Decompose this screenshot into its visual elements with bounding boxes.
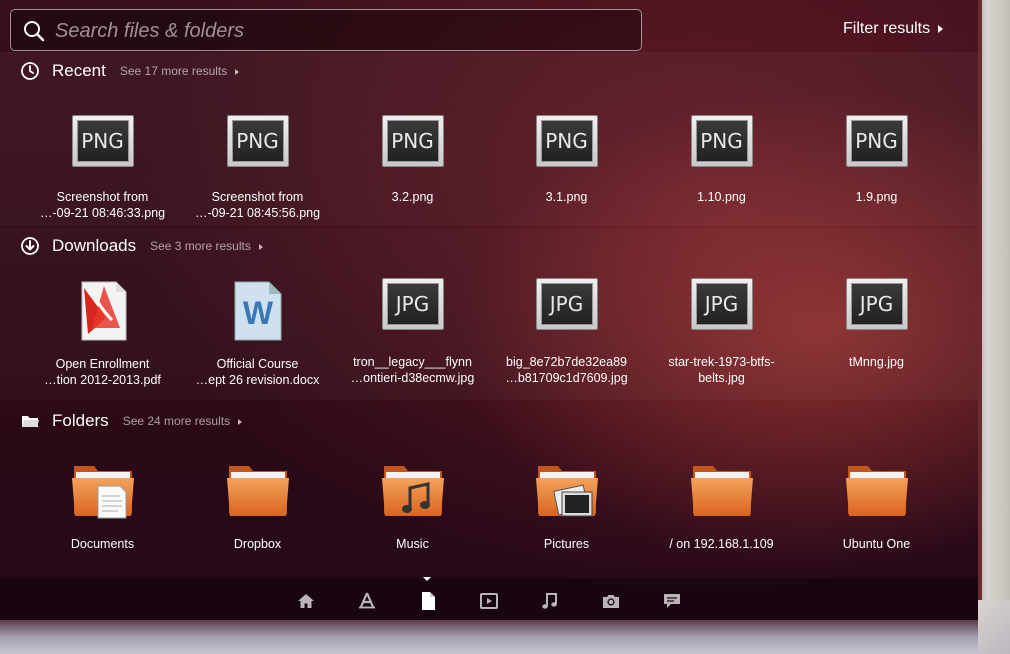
folders-item-label: / on 192.168.1.109 xyxy=(669,537,774,551)
jpg-file-icon: JPG xyxy=(381,278,444,330)
jpg-file-icon: JPG xyxy=(535,278,598,330)
files-lens-icon[interactable] xyxy=(417,590,439,612)
downloads-item-label: tron__legacy___flynn …ontieri-d38ecmw.jp… xyxy=(350,355,475,385)
folder-icon xyxy=(845,466,908,516)
music-lens-icon[interactable] xyxy=(539,590,561,612)
recent-item-label: 1.10.png xyxy=(697,190,746,204)
recent-more-link[interactable]: See 17 more results xyxy=(119,64,240,78)
folder-outline-icon xyxy=(22,416,39,427)
active-lens-indicator xyxy=(423,577,431,581)
recent-more-label: See 17 more results xyxy=(119,64,228,78)
dash-overlay: Filter results Recent See 17 more result… xyxy=(0,0,1010,654)
filter-results-label: Filter results xyxy=(843,20,931,37)
download-icon xyxy=(21,237,39,255)
window-resize-corner[interactable] xyxy=(978,600,1010,654)
photos-lens-icon[interactable] xyxy=(600,590,622,612)
music-folder-icon xyxy=(381,466,444,516)
folders-more-link[interactable]: See 24 more results xyxy=(122,414,243,428)
svg-text:W: W xyxy=(242,295,273,331)
window-frame-bottom xyxy=(0,620,1010,654)
folders-title: Folders xyxy=(52,411,109,430)
recent-item-label: 3.2.png xyxy=(391,190,434,204)
word-file-icon: W xyxy=(234,281,281,341)
downloads-more-link[interactable]: See 3 more results xyxy=(150,239,263,253)
pdf-file-icon xyxy=(81,281,126,341)
folders-item-label: Music xyxy=(396,537,429,551)
png-file-icon: PNG xyxy=(226,115,289,167)
chevron-right-icon xyxy=(258,243,263,250)
recent-header: Recent See 17 more results xyxy=(20,59,240,83)
png-file-icon: PNG xyxy=(535,115,598,167)
recent-item[interactable]: PNG 3.2.png xyxy=(335,113,490,205)
folders-more-label: See 24 more results xyxy=(122,414,231,428)
downloads-item-label: star-trek-1973-btfs- belts.jpg xyxy=(668,355,775,385)
downloads-header: Downloads See 3 more results xyxy=(20,234,263,258)
png-file-icon: PNG xyxy=(381,115,444,167)
chevron-right-icon xyxy=(235,68,240,75)
downloads-item-label: Open Enrollment …tion 2012-2013.pdf xyxy=(44,357,161,387)
png-file-icon: PNG xyxy=(690,115,753,167)
jpg-file-icon: JPG xyxy=(845,278,908,330)
downloads-item[interactable]: W Official Course …ept 26 revision.docx xyxy=(180,278,335,388)
downloads-more-label: See 3 more results xyxy=(150,239,251,253)
recent-item[interactable]: PNG Screenshot from …-09-21 08:45:56.png xyxy=(180,113,335,221)
folder-icon xyxy=(690,466,753,516)
recent-item-label: 3.1.png xyxy=(545,190,588,204)
recent-title: Recent xyxy=(52,61,106,80)
folders-header: Folders See 24 more results xyxy=(20,409,243,433)
pictures-folder-icon xyxy=(535,466,598,517)
chevron-right-icon xyxy=(938,24,944,33)
recent-item-label: 1.9.png xyxy=(855,190,898,204)
window-frame-right xyxy=(978,0,1010,654)
folders-item[interactable]: Ubuntu One xyxy=(799,458,954,552)
downloads-item[interactable]: JPG tMnng.jpg xyxy=(799,278,954,370)
clock-icon xyxy=(21,62,39,80)
recent-item-label: Screenshot from …-09-21 08:45:56.png xyxy=(194,190,321,220)
search-input[interactable] xyxy=(55,16,625,46)
downloads-item[interactable]: JPG big_8e72b7de32ea89 …b81709c1d7609.jpg xyxy=(489,278,644,386)
folders-item[interactable]: / on 192.168.1.109 xyxy=(644,458,799,552)
folders-item[interactable]: Music xyxy=(335,458,490,552)
png-file-icon: PNG xyxy=(71,115,134,167)
filter-results-button[interactable]: Filter results xyxy=(843,20,944,38)
folders-item-label: Dropbox xyxy=(233,537,282,551)
documents-folder-icon xyxy=(71,466,134,519)
folders-item[interactable]: Pictures xyxy=(489,458,644,552)
video-lens-icon[interactable] xyxy=(478,590,500,612)
downloads-item[interactable]: JPG tron__legacy___flynn …ontieri-d38ecmw… xyxy=(335,278,490,386)
recent-item[interactable]: PNG 1.9.png xyxy=(799,113,954,205)
search-icon xyxy=(24,21,45,42)
png-file-icon: PNG xyxy=(845,115,908,167)
chevron-right-icon xyxy=(238,418,243,425)
downloads-title: Downloads xyxy=(52,236,137,255)
recent-item-label: Screenshot from …-09-21 08:46:33.png xyxy=(39,190,166,220)
folder-icon xyxy=(226,466,289,516)
recent-item[interactable]: PNG Screenshot from …-09-21 08:46:33.png xyxy=(25,113,180,221)
folders-item[interactable]: Dropbox xyxy=(180,458,335,552)
home-lens-icon[interactable] xyxy=(295,590,317,612)
recent-item[interactable]: PNG 3.1.png xyxy=(489,113,644,205)
folders-item-label: Ubuntu One xyxy=(842,537,911,551)
social-lens-icon[interactable] xyxy=(661,590,683,612)
recent-item[interactable]: PNG 1.10.png xyxy=(644,113,799,205)
downloads-item-label: big_8e72b7de32ea89 …b81709c1d7609.jpg xyxy=(505,355,628,385)
downloads-item-label: Official Course …ept 26 revision.docx xyxy=(195,357,320,387)
applications-lens-icon[interactable] xyxy=(356,590,378,612)
jpg-file-icon: JPG xyxy=(690,278,753,330)
folders-item-label: Pictures xyxy=(543,537,590,551)
folders-item[interactable]: Documents xyxy=(25,458,180,552)
search-box[interactable] xyxy=(10,9,642,51)
downloads-item[interactable]: JPG star-trek-1973-btfs- belts.jpg xyxy=(644,278,799,386)
window-frame-shadow xyxy=(978,0,982,620)
downloads-item-label: tMnng.jpg xyxy=(849,355,904,369)
folders-item-label: Documents xyxy=(70,537,135,551)
downloads-item[interactable]: Open Enrollment …tion 2012-2013.pdf xyxy=(25,278,180,388)
